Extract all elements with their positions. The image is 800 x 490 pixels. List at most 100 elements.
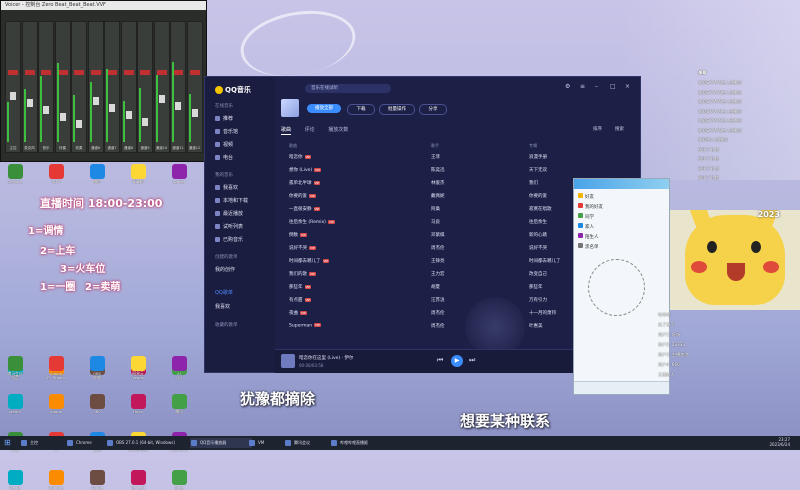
desktop-icon[interactable]: Tencent bbox=[127, 470, 149, 490]
qq-buddy-window[interactable]: 好友我的好友同学家人陌生人黑名单 bbox=[573, 178, 670, 395]
taskbar-app[interactable]: Chrome bbox=[66, 438, 110, 448]
search-input[interactable]: 音乐在线试听 bbox=[305, 84, 391, 93]
mute-button[interactable] bbox=[90, 70, 101, 75]
taskbar-app[interactable]: QQ音乐播放器 bbox=[190, 438, 252, 448]
sidebar-item-created-3[interactable]: 我喜欢 bbox=[215, 303, 230, 310]
song-row[interactable]: 暗恋你 VIP 王菲 浪漫手册 bbox=[281, 151, 636, 163]
mute-button[interactable] bbox=[41, 70, 51, 75]
buddy-group[interactable]: 家人 bbox=[578, 223, 594, 230]
tab-plays[interactable]: 播放次数 bbox=[328, 127, 348, 133]
song-row[interactable]: 想你 (Live) VIP 陈奕迅 天下无双 bbox=[281, 164, 636, 176]
desktop-icon[interactable]: OBS bbox=[86, 356, 108, 376]
share-button[interactable]: 分享 bbox=[419, 104, 447, 115]
next-icon[interactable]: ⏭ bbox=[469, 356, 475, 365]
play-button[interactable]: ▶ bbox=[451, 355, 463, 367]
mute-button[interactable] bbox=[8, 70, 18, 75]
sidebar-item-video[interactable]: 视频 bbox=[215, 141, 233, 148]
desktop-icon[interactable]: Media bbox=[4, 470, 26, 490]
mixer-channel-strip[interactable]: 伴奏 bbox=[54, 21, 71, 153]
previous-icon[interactable]: ⏮ bbox=[437, 356, 443, 365]
sidebar-item-radio[interactable]: 电台 bbox=[215, 154, 233, 161]
mixer-channel-strip[interactable]: 通道11 bbox=[170, 21, 186, 153]
mute-button[interactable] bbox=[156, 70, 167, 75]
fader-handle[interactable] bbox=[125, 111, 132, 119]
desktop-icon[interactable]: Gamer bbox=[168, 164, 190, 184]
mixer-channel-strip[interactable]: 通道7 bbox=[104, 21, 120, 153]
fader-handle[interactable] bbox=[43, 106, 49, 114]
buddy-group[interactable]: 同学 bbox=[578, 213, 594, 220]
mixer-channel-strip[interactable]: 通道12 bbox=[186, 21, 203, 153]
desktop-icon[interactable]: 360 bbox=[86, 394, 108, 414]
sidebar-item-local[interactable]: 本地和下载 bbox=[215, 197, 248, 204]
sidebar-item-trial[interactable]: 试听列表 bbox=[215, 223, 243, 230]
song-artist[interactable]: 阿桑 bbox=[431, 206, 521, 212]
taskbar-app[interactable]: 主控 bbox=[20, 438, 70, 448]
mixer-channel-strip[interactable]: 主控 bbox=[5, 21, 21, 153]
desktop-icon[interactable]: Adobe bbox=[86, 470, 108, 490]
minimize-icon[interactable]: – bbox=[595, 83, 598, 90]
desktop-icon[interactable]: Chrome bbox=[45, 470, 67, 490]
play-all-button[interactable]: 播放全部 bbox=[307, 104, 341, 113]
close-icon[interactable]: × bbox=[625, 83, 630, 90]
desktop-icon[interactable]: steam bbox=[4, 394, 26, 414]
fader-handle[interactable] bbox=[10, 92, 16, 100]
mixer-channel-strip[interactable]: 通道8 bbox=[120, 21, 137, 153]
mute-button[interactable] bbox=[189, 70, 200, 75]
mute-button[interactable] bbox=[140, 70, 150, 75]
song-album[interactable]: 天下无双 bbox=[529, 167, 629, 173]
desktop-icon[interactable]: Edge bbox=[168, 470, 190, 490]
tab-comments[interactable]: 评论 bbox=[305, 127, 315, 133]
sidebar-item-purchased[interactable]: 已购音乐 bbox=[215, 236, 243, 243]
song-artist[interactable]: 戴佩妮 bbox=[431, 193, 521, 199]
taskbar-clock[interactable]: 23:27 2023/6/24 bbox=[769, 437, 790, 447]
song-album[interactable]: 浪漫手册 bbox=[529, 154, 629, 160]
buddy-group[interactable]: 陌生人 bbox=[578, 233, 599, 240]
desktop-icon[interactable]: 微信 bbox=[86, 164, 108, 185]
mute-button[interactable] bbox=[74, 70, 84, 75]
sidebar-item-liked[interactable]: 我喜欢 bbox=[215, 184, 238, 191]
song-artist[interactable]: 马良 bbox=[431, 219, 521, 225]
fader-handle[interactable] bbox=[26, 99, 33, 107]
buddy-group[interactable]: 好友 bbox=[578, 193, 594, 200]
mixer-channel-strip[interactable]: 通道9 bbox=[137, 21, 153, 153]
settings-icon[interactable]: ⚙ bbox=[565, 83, 570, 90]
tab-songs[interactable]: 歌曲 bbox=[281, 127, 292, 135]
taskbar-app[interactable]: VM bbox=[248, 438, 288, 448]
mute-button[interactable] bbox=[57, 70, 68, 75]
mixer-channel-strip[interactable]: 通道10 bbox=[153, 21, 170, 153]
fader-handle[interactable] bbox=[175, 102, 181, 110]
song-artist[interactable]: 邓紫棋 bbox=[431, 232, 521, 238]
sidebar-item-created-1[interactable]: 我的创作 bbox=[215, 266, 235, 273]
desktop-icon[interactable]: 腾讯 bbox=[168, 394, 190, 415]
song-artist[interactable]: 陈奕迅 bbox=[431, 167, 521, 173]
taskbar-app[interactable]: 腾讯会议 bbox=[284, 438, 334, 448]
mute-button[interactable] bbox=[123, 70, 134, 75]
mixer-channel-strip[interactable]: 通道6 bbox=[87, 21, 104, 153]
fader-handle[interactable] bbox=[59, 113, 66, 121]
fader-handle[interactable] bbox=[109, 104, 115, 112]
desktop-icon[interactable]: 网易云 bbox=[127, 356, 149, 377]
song-artist[interactable]: 王力宏 bbox=[431, 271, 521, 277]
taskbar-app[interactable]: OBS 27.0.1 (64-bit, Windows) bbox=[106, 438, 194, 448]
song-artist[interactable]: 胡夏 bbox=[431, 284, 521, 290]
mixer-channel-strip[interactable]: 音乐 bbox=[38, 21, 54, 153]
start-icon[interactable]: ⊞ bbox=[4, 438, 11, 447]
sidebar-item-recommend[interactable]: 推荐 bbox=[215, 115, 233, 122]
mixer-channel-strip[interactable]: 效果 bbox=[71, 21, 87, 153]
mixer-window[interactable]: Voicer - 控制台 Zero Beat_Beat_Beat.VVF 主控 麦… bbox=[0, 0, 207, 162]
desktop-icon[interactable]: IQIYI bbox=[45, 164, 67, 184]
fader-handle[interactable] bbox=[142, 118, 148, 126]
mute-button[interactable] bbox=[107, 70, 117, 75]
search-in-list-button[interactable]: 搜索 bbox=[615, 126, 624, 132]
desktop-icon[interactable]: Hoyo bbox=[127, 394, 149, 414]
desktop-icon[interactable]: Adobe bbox=[45, 356, 67, 376]
fader-handle[interactable] bbox=[158, 95, 165, 103]
sort-button[interactable]: 排序 bbox=[593, 126, 602, 132]
song-artist[interactable]: 林俊杰 bbox=[431, 180, 521, 186]
desktop-icon[interactable]: Ai bbox=[168, 356, 190, 376]
mute-button[interactable] bbox=[24, 70, 35, 75]
buddy-group[interactable]: 我的好友 bbox=[578, 203, 603, 210]
buddy-group[interactable]: 黑名单 bbox=[578, 243, 599, 250]
desktop-icon[interactable]: 腾讯会议 bbox=[4, 356, 26, 377]
song-artist[interactable]: 王铮亮 bbox=[431, 258, 521, 264]
